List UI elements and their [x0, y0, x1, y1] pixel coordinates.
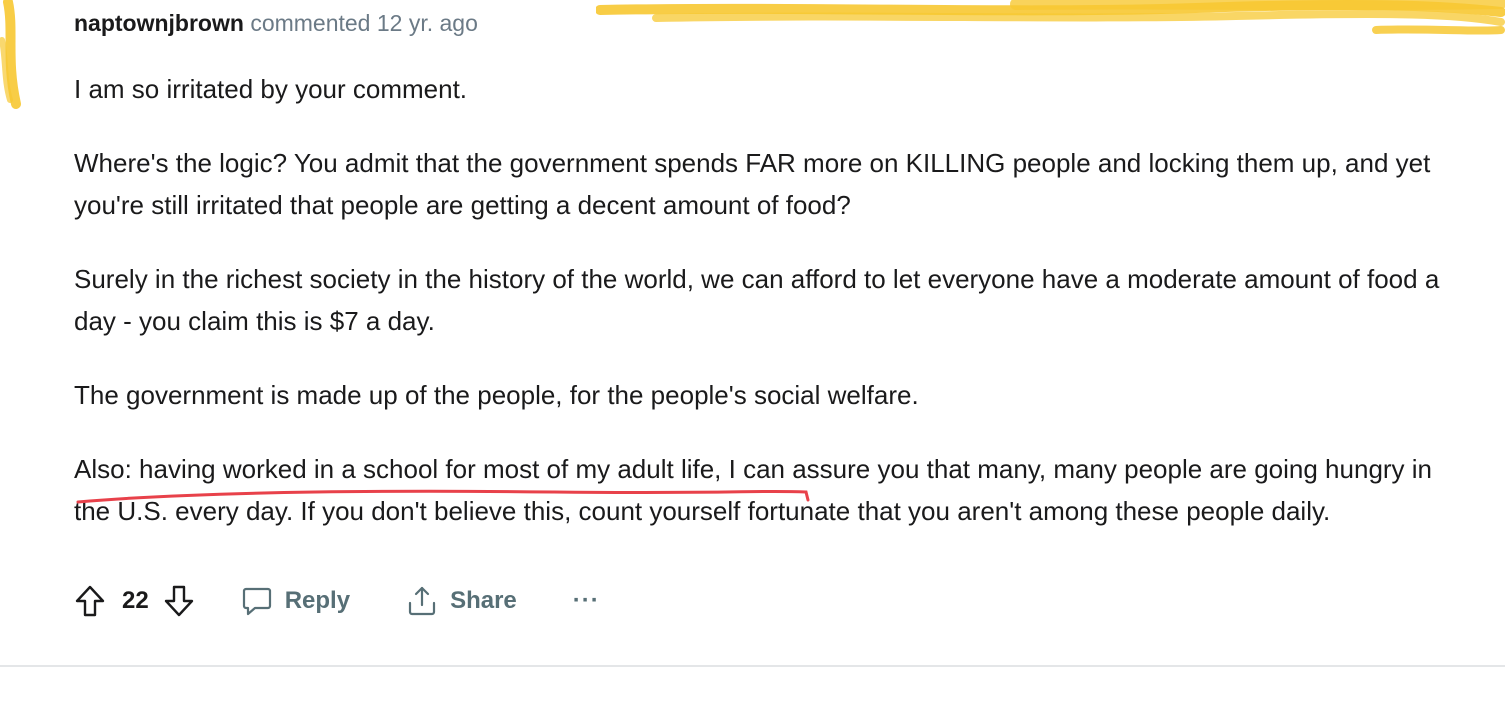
comment-timestamp: commented 12 yr. ago — [250, 10, 478, 36]
comment-paragraph-3: Surely in the richest society in the his… — [74, 264, 1440, 336]
comment-paragraph-1: I am so irritated by your comment. — [74, 74, 468, 104]
comment-paragraph-5-wrapper: Also: having worked in a school for most… — [74, 448, 1474, 532]
highlighter-mark-left — [0, 0, 21, 109]
comment-action-bar: 22 Reply Share ··· — [74, 581, 600, 621]
more-options-button[interactable]: ··· — [573, 587, 600, 615]
vote-score: 22 — [122, 587, 149, 614]
share-upload-icon — [408, 586, 436, 616]
comment-paragraph-2: Where's the logic? You admit that the go… — [74, 148, 1431, 220]
comment: naptownjbrown commented 12 yr. ago I am … — [74, 8, 1474, 564]
comment-meta: naptownjbrown commented 12 yr. ago — [74, 8, 1474, 38]
upvote-button[interactable] — [74, 584, 106, 618]
reply-label: Reply — [284, 587, 351, 614]
share-label: Share — [450, 587, 517, 614]
downvote-button[interactable] — [163, 584, 195, 618]
speech-bubble-icon — [242, 587, 271, 616]
comment-author[interactable]: naptownjbrown — [74, 10, 244, 36]
comment-body: I am so irritated by your comment. Where… — [74, 68, 1474, 532]
comment-divider — [0, 665, 1505, 667]
comment-paragraph-4: The government is made up of the people,… — [74, 380, 919, 410]
reply-button[interactable]: Reply — [241, 585, 350, 617]
share-button[interactable]: Share — [406, 585, 517, 617]
comment-paragraph-5: Also: having worked in a school for most… — [74, 454, 1433, 526]
arrow-up-outline-icon — [75, 585, 105, 617]
arrow-down-outline-icon — [164, 585, 193, 617]
